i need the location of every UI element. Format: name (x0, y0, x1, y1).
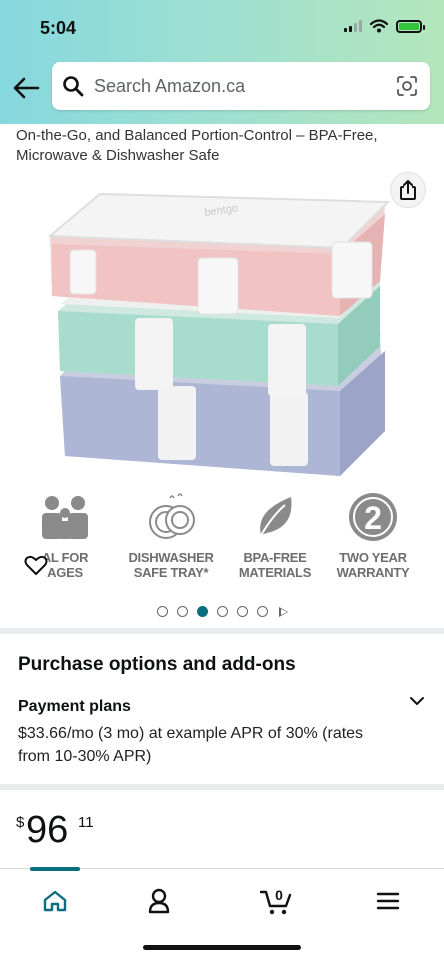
carousel-dot[interactable] (236, 606, 248, 617)
price-cents: 11 (78, 814, 94, 831)
battery-icon (396, 19, 425, 33)
payment-plans-text: $33.66/mo (3 mo) at example APR of 30% (… (18, 725, 364, 765)
heart-icon[interactable] (24, 554, 48, 576)
home-indicator[interactable] (143, 945, 301, 950)
tab-home[interactable] (37, 883, 73, 919)
feature-badges: AL FOR AGES DISHWASHER SAFE TRAY* BPA-FR… (24, 492, 424, 588)
carousel-dot[interactable] (156, 606, 168, 617)
badge-label-line1: DISHWASHER (128, 550, 214, 565)
carousel-dot[interactable] (176, 606, 188, 617)
home-icon (43, 890, 67, 912)
leaf-icon (258, 497, 292, 540)
tab-cart[interactable]: 0 (258, 883, 294, 919)
payment-plans-label[interactable]: Payment plans (18, 698, 131, 716)
badge-label-line2: WARRANTY (336, 565, 410, 580)
wifi-icon (370, 19, 388, 33)
search-bar[interactable] (52, 62, 430, 110)
price-currency: $ (16, 814, 25, 831)
warranty-number: 2 (364, 500, 382, 536)
camera-scan-icon[interactable] (396, 75, 418, 97)
family-icon (42, 496, 88, 539)
badge-label-line1: TWO YEAR (339, 550, 407, 565)
status-icons (344, 19, 425, 33)
badge-label-line1: BPA-FREE (243, 550, 307, 565)
product-title: On-the-Go, and Balanced Portion-Control … (16, 127, 378, 164)
section-divider (0, 784, 444, 790)
cart-count: 0 (275, 887, 283, 903)
badge-dishwasher-safe: DISHWASHER SAFE TRAY* (128, 492, 214, 580)
tab-menu[interactable] (370, 883, 406, 919)
product-image[interactable]: bentgo (40, 186, 410, 486)
carousel-dot-active[interactable] (196, 606, 208, 617)
price-whole: 96 (26, 809, 69, 851)
image-carousel-dots[interactable] (0, 606, 444, 617)
video-play-icon[interactable] (278, 606, 288, 617)
section-divider (0, 628, 444, 634)
account-icon (148, 888, 170, 914)
badge-bpa-free: BPA-FREE MATERIALS (232, 492, 318, 580)
carousel-dot[interactable] (216, 606, 228, 617)
purchase-options-heading: Purchase options and add-ons (18, 654, 296, 675)
menu-icon (376, 892, 400, 910)
two-badge-icon: 2 (349, 493, 397, 541)
carousel-dot[interactable] (256, 606, 268, 617)
search-input[interactable] (94, 75, 374, 97)
active-tab-indicator (30, 867, 80, 871)
cart-icon: 0 (259, 887, 292, 915)
badge-two-year-warranty: 2 TWO YEAR WARRANTY (330, 492, 416, 580)
chevron-down-icon[interactable] (408, 692, 426, 710)
signal-icon (344, 20, 362, 32)
back-arrow-icon[interactable] (12, 76, 40, 100)
dishwasher-icon (149, 493, 195, 539)
status-time: 5:04 (40, 18, 77, 38)
badge-label-line2: MATERIALS (238, 565, 312, 580)
tab-account[interactable] (141, 883, 177, 919)
badge-label-line2: SAFE TRAY* (133, 565, 209, 580)
search-icon (63, 76, 84, 97)
header: 5:04 (0, 0, 444, 124)
